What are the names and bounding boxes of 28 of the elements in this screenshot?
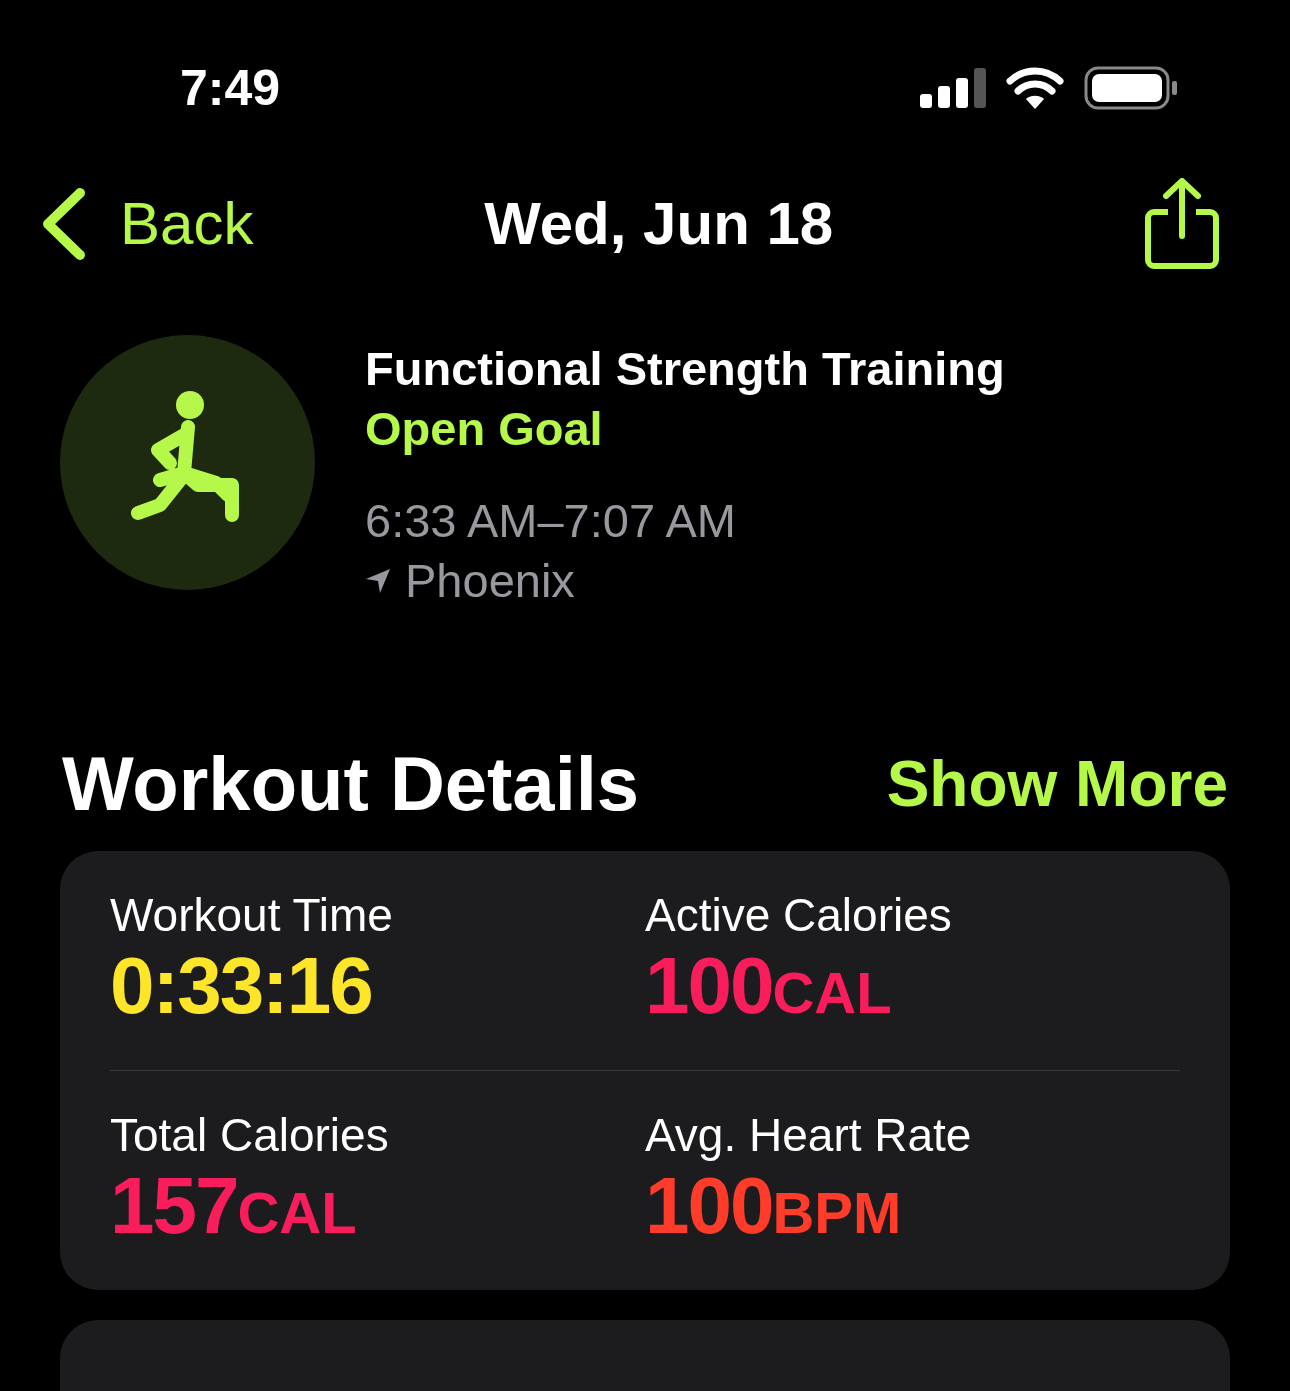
back-button[interactable]: Back [40,179,254,269]
workout-name: Functional Strength Training [365,341,1005,397]
show-more-link[interactable]: Show More [886,739,1228,829]
signal-icon [920,68,986,108]
metric-label: Workout Time [110,888,394,943]
metric-label: Avg. Heart Rate [645,1108,973,1163]
wifi-icon [1006,67,1064,109]
metric-unit: CAL [237,1179,357,1247]
location-arrow-icon [365,568,391,594]
metric-value: 100 [645,1163,773,1249]
battery-icon [1084,66,1178,110]
metric-unit: CAL [772,960,892,1027]
time-range: 6:33 AM–7:07 AM [365,493,738,549]
nav-title: Wed, Jun 18 [484,189,834,259]
section-title: Workout Details [62,740,640,828]
metric-value: 100 [645,943,773,1029]
share-icon [1144,178,1220,270]
metric-value: 0:33:16 [110,943,372,1029]
chevron-left-icon [40,188,86,260]
metric-value: 157 [110,1163,238,1249]
lunge-figure-icon [60,335,315,590]
location: Phoenix [405,553,575,609]
metric-label: Total Calories [110,1108,390,1163]
share-button[interactable] [1144,178,1220,270]
goal-label: Open Goal [365,401,604,457]
status-time: 7:49 [180,58,281,118]
metric-unit: BPM [772,1180,902,1247]
metric-label: Active Calories [645,888,953,943]
